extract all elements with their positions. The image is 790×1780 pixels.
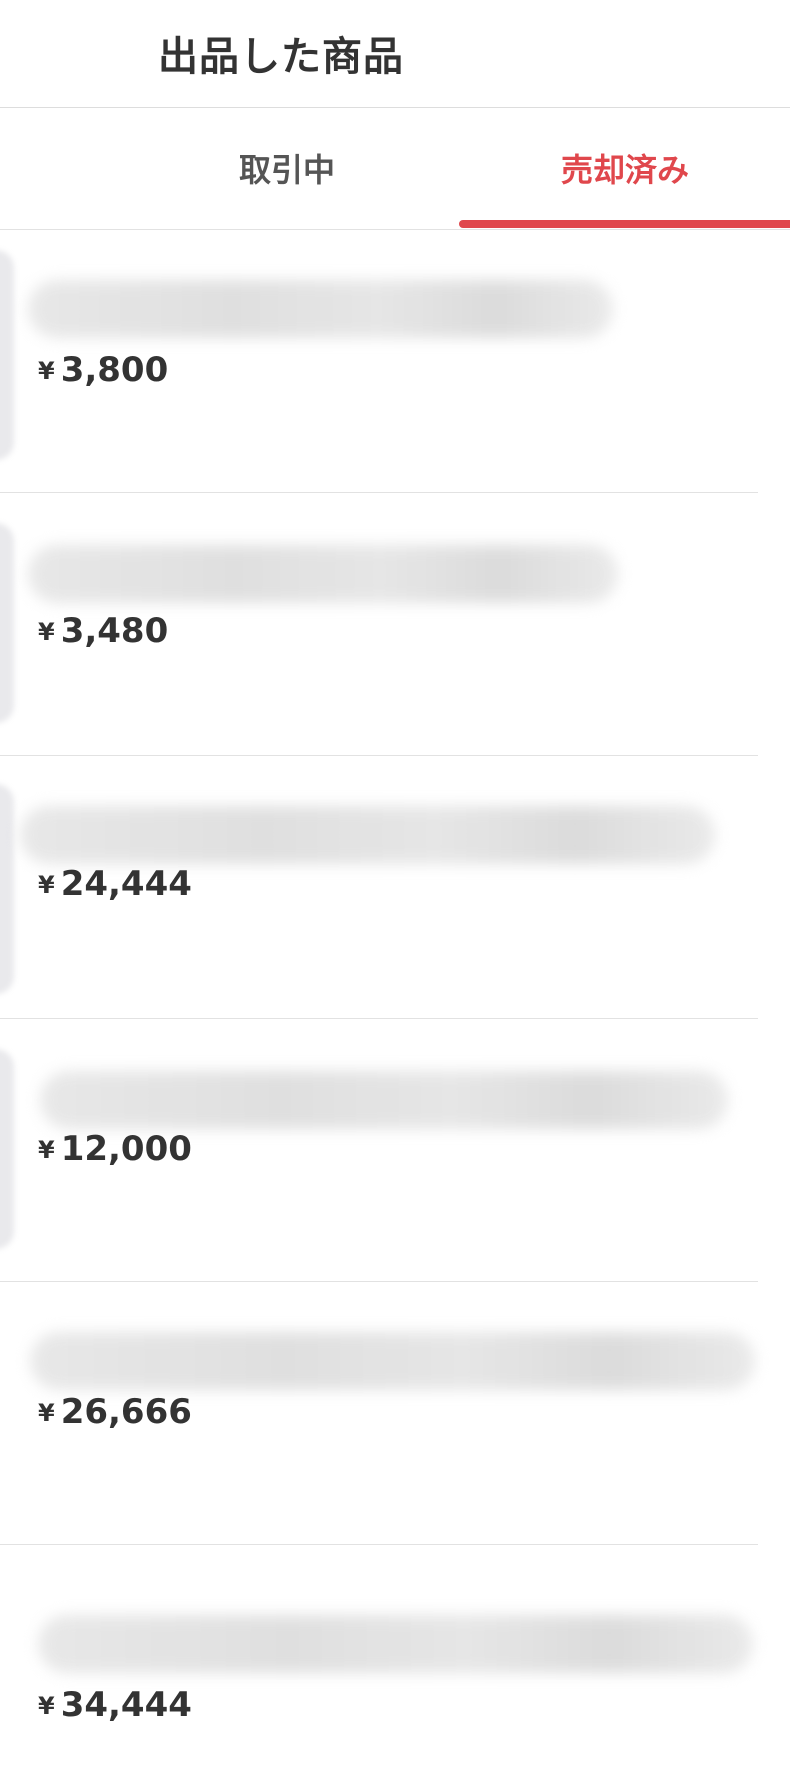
item-title-redacted [20,806,715,864]
item-price: ¥26,666 [38,1392,192,1432]
price-value: 26,666 [60,1392,192,1432]
item-title-redacted [40,1071,728,1129]
item-title-redacted [38,1615,753,1673]
item-price: ¥3,800 [38,350,168,390]
item-price: ¥3,480 [38,611,168,651]
app-header: 出品した商品 [0,0,790,108]
list-item[interactable]: ¥3,800 [0,230,790,493]
active-tab-indicator [459,220,790,228]
item-title-redacted [28,545,618,603]
item-price: ¥24,444 [38,864,192,904]
tab-bar: 取引中 売却済み [0,108,790,230]
item-thumbnail [0,250,14,460]
price-value: 34,444 [60,1685,192,1725]
currency-symbol: ¥ [38,871,55,899]
currency-symbol: ¥ [38,618,55,646]
item-thumbnail [0,1049,14,1249]
item-thumbnail [0,523,14,723]
price-value: 24,444 [60,864,192,904]
item-thumbnail [0,784,14,994]
list-item[interactable]: ¥12,000 [0,1019,790,1282]
price-value: 3,800 [60,350,169,390]
item-price: ¥12,000 [38,1129,192,1169]
currency-symbol: ¥ [38,1399,55,1427]
list-item[interactable]: ¥24,444 [0,756,790,1019]
item-price: ¥34,444 [38,1685,192,1725]
tab-trading[interactable]: 取引中 [122,108,452,228]
tab-label: 売却済み [560,151,689,189]
item-title-redacted [28,280,613,338]
sold-items-list: ¥3,800 ¥3,480 ¥24,444 ¥12,000 ¥26,666 ¥ … [0,230,790,1780]
price-value: 12,000 [60,1129,192,1169]
currency-symbol: ¥ [38,1692,55,1720]
list-item[interactable]: ¥26,666 [0,1282,790,1545]
list-item[interactable]: ¥3,480 [0,493,790,756]
currency-symbol: ¥ [38,1136,55,1164]
list-item[interactable]: ¥34,444 [0,1545,790,1780]
tab-label: 取引中 [238,151,335,189]
page-title: 出品した商品 [158,34,404,80]
item-title-redacted [30,1332,755,1390]
tab-sold[interactable]: 売却済み [460,108,790,228]
currency-symbol: ¥ [38,357,55,385]
price-value: 3,480 [60,611,169,651]
